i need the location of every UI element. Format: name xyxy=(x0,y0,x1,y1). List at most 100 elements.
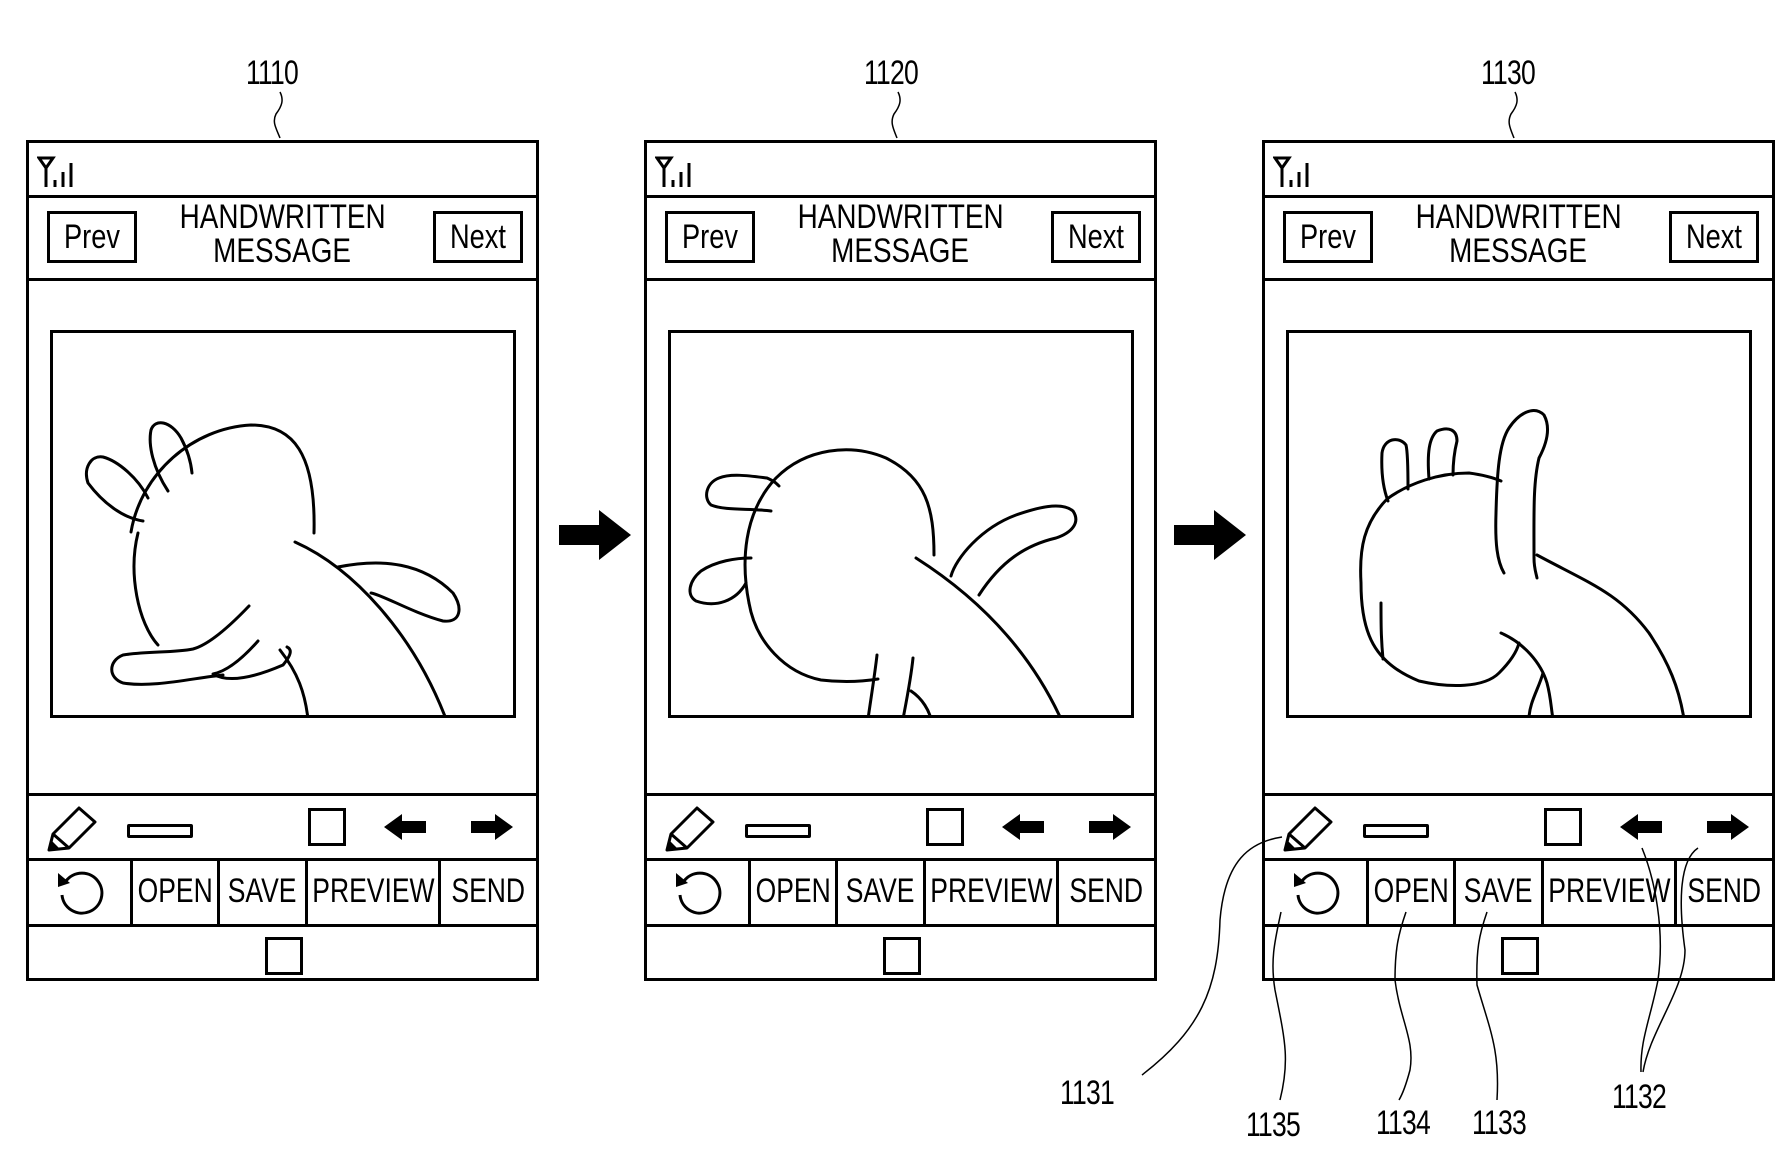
save-button[interactable]: SAVE xyxy=(220,858,308,924)
handwritten-drawing xyxy=(85,421,461,715)
undo-button[interactable] xyxy=(1265,858,1369,924)
handwritten-drawing xyxy=(688,448,1078,715)
phone-screen-1110: Prev HANDWRITTEN MESSAGE Next OPEN SAVE … xyxy=(26,140,539,981)
page-title: HANDWRITTEN MESSAGE xyxy=(1415,198,1622,270)
phone-screen-1130: Prev HANDWRITTEN MESSAGE Next OPEN SAVE … xyxy=(1262,140,1775,981)
handwriting-canvas[interactable] xyxy=(1286,330,1752,718)
open-button[interactable]: OPEN xyxy=(133,858,220,924)
leader-1110 xyxy=(273,91,283,139)
drawing-finger-2 xyxy=(1426,427,1459,481)
signal-strength-icon xyxy=(37,156,73,187)
home-square-icon[interactable] xyxy=(1501,937,1539,975)
title-bar: Prev HANDWRITTEN MESSAGE Next xyxy=(29,198,536,281)
drawing-head xyxy=(743,448,936,605)
drawing-arm-lower xyxy=(211,639,292,681)
arrow-left-icon[interactable] xyxy=(1000,812,1046,842)
line-thickness-icon[interactable] xyxy=(127,824,193,838)
arrow-left-icon[interactable] xyxy=(1618,812,1664,842)
drawing-arm-front xyxy=(110,604,251,686)
ref-label-1132: 1132 xyxy=(1612,1078,1667,1116)
undo-icon xyxy=(57,871,103,915)
home-square-icon[interactable] xyxy=(883,937,921,975)
pen-toolbar xyxy=(1265,793,1772,861)
ref-label-1134: 1134 xyxy=(1376,1104,1431,1142)
undo-icon xyxy=(675,871,721,915)
open-button[interactable]: OPEN xyxy=(1369,858,1456,924)
save-button[interactable]: SAVE xyxy=(1456,858,1544,924)
undo-icon xyxy=(1293,871,1339,915)
send-button[interactable]: SEND xyxy=(1059,858,1154,924)
next-button[interactable]: Next xyxy=(1669,211,1759,263)
title-bar: Prev HANDWRITTEN MESSAGE Next xyxy=(1265,198,1772,281)
preview-button[interactable]: PREVIEW xyxy=(308,858,441,924)
arrow-right-icon[interactable] xyxy=(469,812,515,842)
square-icon[interactable] xyxy=(926,808,964,846)
square-icon[interactable] xyxy=(1544,808,1582,846)
send-button[interactable]: SEND xyxy=(441,858,536,924)
signal-strength-icon xyxy=(1273,156,1309,187)
prev-button[interactable]: Prev xyxy=(665,211,755,263)
pencil-icon[interactable] xyxy=(45,804,99,854)
line-thickness-icon[interactable] xyxy=(745,824,811,838)
drawing-lower-inner xyxy=(1527,671,1545,715)
ref-label-1133: 1133 xyxy=(1472,1104,1527,1142)
arrow-right-icon[interactable] xyxy=(1705,812,1751,842)
action-buttons: OPEN SAVE PREVIEW SEND xyxy=(29,858,536,927)
prev-button[interactable]: Prev xyxy=(1283,211,1373,263)
title-bar: Prev HANDWRITTEN MESSAGE Next xyxy=(647,198,1154,281)
drawing-ear-left xyxy=(85,455,150,523)
signal-strength-icon xyxy=(655,156,691,187)
save-button[interactable]: SAVE xyxy=(838,858,926,924)
navigation-bar xyxy=(647,927,1154,978)
home-square-icon[interactable] xyxy=(265,937,303,975)
ref-label-1131: 1131 xyxy=(1060,1074,1115,1112)
drawing-ear-lower xyxy=(688,556,753,606)
drawing-leg-right xyxy=(902,656,915,715)
drawing-ear-top xyxy=(148,421,194,493)
drawing-head-top xyxy=(1385,471,1503,501)
line-thickness-icon[interactable] xyxy=(1363,824,1429,838)
prev-button[interactable]: Prev xyxy=(47,211,137,263)
undo-button[interactable] xyxy=(647,858,751,924)
status-bar xyxy=(29,143,536,198)
handwritten-drawing xyxy=(1359,409,1685,715)
undo-button[interactable] xyxy=(29,858,133,924)
ref-label-1120: 1120 xyxy=(864,54,919,92)
drawing-body-right xyxy=(293,540,446,715)
handwriting-canvas[interactable] xyxy=(668,330,1134,718)
pencil-icon[interactable] xyxy=(663,804,717,854)
drawing-head-lower xyxy=(132,531,160,647)
leader-1120 xyxy=(891,91,901,139)
action-buttons: OPEN SAVE PREVIEW SEND xyxy=(1265,858,1772,927)
handwriting-canvas[interactable] xyxy=(50,330,516,718)
drawing-ear-upper xyxy=(705,473,781,513)
pencil-icon[interactable] xyxy=(1281,804,1335,854)
next-button[interactable]: Next xyxy=(433,211,523,263)
page-title: HANDWRITTEN MESSAGE xyxy=(179,198,386,270)
ref-label-1135: 1135 xyxy=(1246,1106,1301,1144)
right-arrow-icon xyxy=(1174,510,1246,560)
next-button[interactable]: Next xyxy=(1051,211,1141,263)
pen-toolbar xyxy=(29,793,536,861)
send-button[interactable]: SEND xyxy=(1677,858,1772,924)
drawing-finger-1 xyxy=(1380,438,1410,503)
drawing-chin-stroke xyxy=(1379,601,1385,661)
navigation-bar xyxy=(1265,927,1772,978)
drawing-body-right xyxy=(1535,553,1685,715)
drawing-arm-right xyxy=(336,561,461,623)
navigation-bar xyxy=(29,927,536,978)
status-bar xyxy=(1265,143,1772,198)
square-icon[interactable] xyxy=(308,808,346,846)
preview-button[interactable]: PREVIEW xyxy=(926,858,1059,924)
pen-toolbar xyxy=(647,793,1154,861)
right-arrow-icon xyxy=(559,510,631,560)
open-button[interactable]: OPEN xyxy=(751,858,838,924)
drawing-finger-3 xyxy=(1494,409,1550,580)
drawing-leg-inner xyxy=(909,689,932,715)
preview-button[interactable]: PREVIEW xyxy=(1544,858,1677,924)
arrow-left-icon[interactable] xyxy=(382,812,428,842)
arrow-right-icon[interactable] xyxy=(1087,812,1133,842)
leader-1130 xyxy=(1508,91,1518,139)
drawing-head-lower xyxy=(747,601,880,684)
action-buttons: OPEN SAVE PREVIEW SEND xyxy=(647,858,1154,927)
